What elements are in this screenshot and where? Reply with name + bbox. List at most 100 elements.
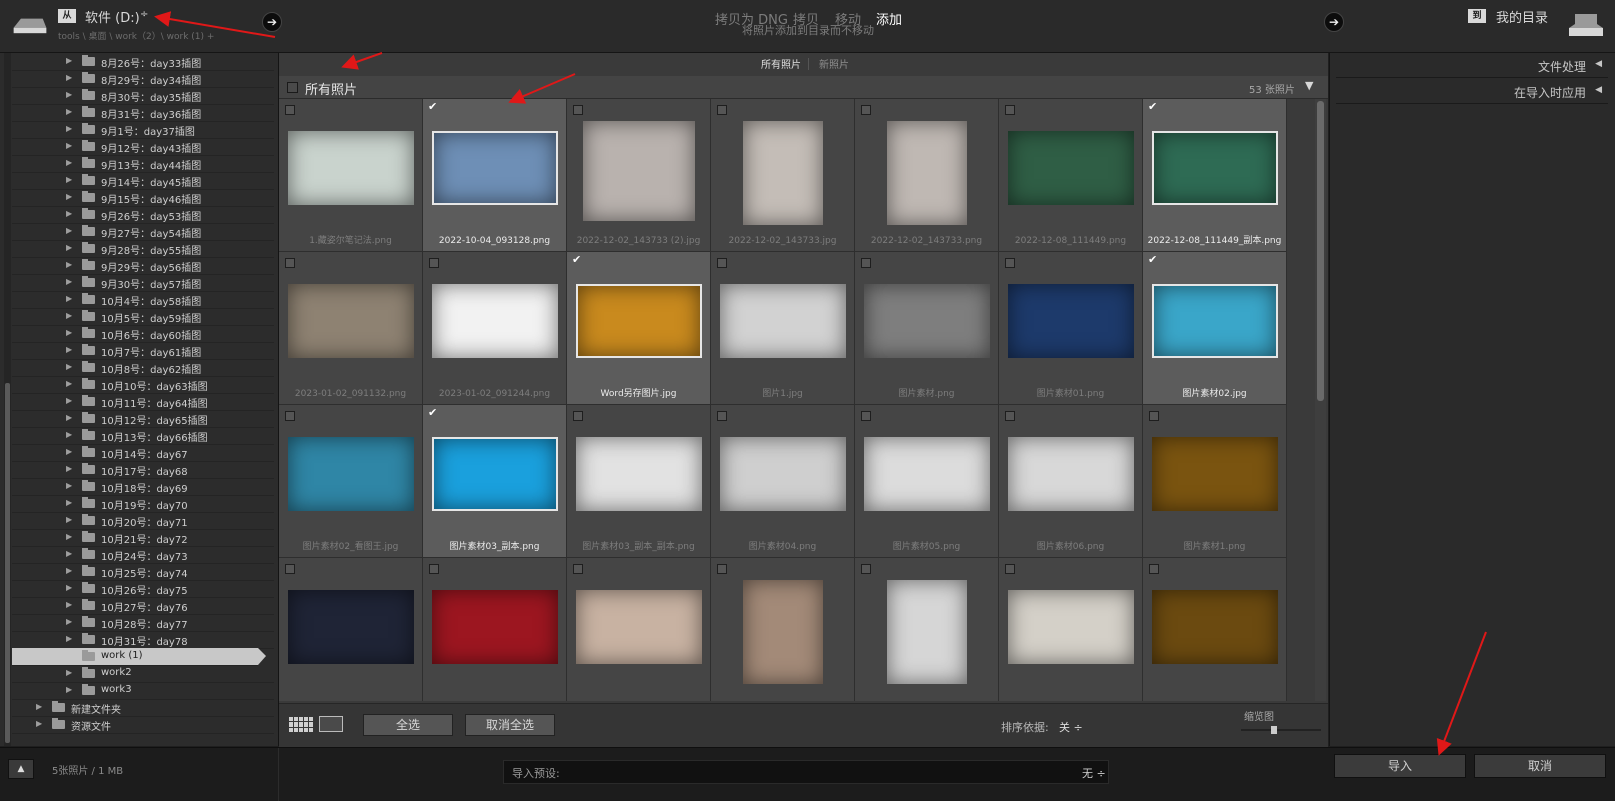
folder-item[interactable]: ▶ work2 — [12, 665, 274, 683]
folder-item[interactable]: ▶ 10月5号：day59插图 — [12, 308, 274, 326]
photo-cell[interactable]: 图片素材02_看图王.jpg — [279, 405, 423, 558]
folder-item[interactable]: ▶ 10月12号：day65插图 — [12, 410, 274, 428]
collapse-icon[interactable]: ▼ — [1305, 79, 1313, 92]
folder-item[interactable]: ▶ 9月27号：day54插图 — [12, 223, 274, 241]
expand-arrow-icon[interactable]: ▶ — [66, 260, 72, 269]
folder-scrollbar-thumb[interactable] — [5, 383, 10, 743]
photo-cell[interactable]: 图片素材03_副本_副本.png — [567, 405, 711, 558]
photo-thumbnail[interactable] — [1152, 131, 1278, 205]
mode-add[interactable]: 添加 — [876, 9, 902, 28]
photo-thumbnail[interactable] — [576, 590, 702, 664]
folder-item[interactable]: ▶ 10月8号：day62插图 — [12, 359, 274, 377]
folder-item[interactable]: ▶ 10月21号：day72 — [12, 529, 274, 547]
folder-item[interactable]: ▶ 8月26号：day33插图 — [12, 53, 274, 71]
photo-cell[interactable]: 图片素材1.png — [1143, 405, 1287, 558]
photo-thumbnail[interactable] — [288, 590, 414, 664]
sort-dropdown[interactable]: 关 ÷ — [1059, 719, 1083, 735]
expand-arrow-icon[interactable]: ▶ — [66, 549, 72, 558]
folder-item[interactable]: ▶ 10月19号：day70 — [12, 495, 274, 513]
folder-item[interactable]: ▶ 9月26号：day53插图 — [12, 206, 274, 224]
expand-arrow-icon[interactable]: ▶ — [36, 719, 42, 728]
expand-arrow-icon[interactable]: ▶ — [66, 464, 72, 473]
expand-arrow-icon[interactable]: ▶ — [66, 362, 72, 371]
photo-cell[interactable] — [567, 558, 711, 701]
photo-cell[interactable]: 图片1.jpg — [711, 252, 855, 405]
expand-arrow-icon[interactable]: ▶ — [66, 209, 72, 218]
folder-item[interactable]: ▶ 10月17号：day68 — [12, 461, 274, 479]
import-preset-dropdown[interactable]: 无 ÷ — [1082, 765, 1106, 781]
expand-arrow-icon[interactable]: ▶ — [66, 192, 72, 201]
folder-item[interactable]: ▶ 9月14号：day45插图 — [12, 172, 274, 190]
checked-icon[interactable]: ✔ — [1148, 100, 1157, 113]
photo-checkbox[interactable] — [717, 564, 727, 574]
photo-thumbnail[interactable] — [432, 131, 558, 205]
photo-checkbox[interactable] — [285, 258, 295, 268]
folder-item[interactable]: ▶ 10月27号：day76 — [12, 597, 274, 615]
photo-cell[interactable]: 2022-12-02_143733 (2).jpg — [567, 99, 711, 252]
photo-cell[interactable]: 图片素材01.png — [999, 252, 1143, 405]
expand-arrow-icon[interactable]: ▶ — [66, 430, 72, 439]
photo-thumbnail[interactable] — [432, 590, 558, 664]
expand-arrow-icon[interactable]: ▶ — [66, 583, 72, 592]
photo-cell[interactable]: ✔ 2022-10-04_093128.png — [423, 99, 567, 252]
photo-cell[interactable]: 1.藏姿尔笔记法.png — [279, 99, 423, 252]
source-label[interactable]: 软件 (D:) — [85, 7, 140, 26]
dest-label[interactable]: 我的目录 — [1496, 7, 1548, 26]
photo-checkbox[interactable] — [429, 258, 439, 268]
photo-thumbnail[interactable] — [887, 121, 967, 225]
tab-new-photos[interactable]: 新照片 — [819, 56, 849, 71]
expand-arrow-icon[interactable]: ▶ — [66, 73, 72, 82]
photo-thumbnail[interactable] — [288, 284, 414, 358]
dest-drive-icon[interactable] — [1565, 12, 1605, 40]
expand-arrow-icon[interactable]: ▶ — [36, 702, 42, 711]
folder-item[interactable]: ▶ 10月31号：day78 — [12, 631, 274, 649]
folder-item[interactable]: ▶ 10月20号：day71 — [12, 512, 274, 530]
photo-checkbox[interactable] — [1149, 411, 1159, 421]
photo-thumbnail[interactable] — [432, 437, 558, 511]
photo-cell[interactable]: 2022-12-02_143733.png — [855, 99, 999, 252]
folder-item[interactable]: ▶ 10月7号：day61插图 — [12, 342, 274, 360]
photo-checkbox[interactable] — [861, 105, 871, 115]
photo-checkbox[interactable] — [573, 411, 583, 421]
photo-cell[interactable]: 图片素材.png — [855, 252, 999, 405]
photo-thumbnail[interactable] — [1152, 437, 1278, 511]
photo-checkbox[interactable] — [861, 564, 871, 574]
expand-arrow-icon[interactable]: ▶ — [66, 345, 72, 354]
photo-checkbox[interactable] — [1005, 564, 1015, 574]
folder-item[interactable]: ▶ 10月14号：day67 — [12, 444, 274, 462]
folder-item[interactable]: ▶ 10月13号：day66插图 — [12, 427, 274, 445]
folder-item[interactable]: ▶ 8月31号：day36插图 — [12, 104, 274, 122]
expand-arrow-icon[interactable]: ▶ — [66, 498, 72, 507]
checked-icon[interactable]: ✔ — [428, 406, 437, 419]
expand-arrow-icon[interactable]: ▶ — [66, 90, 72, 99]
folder-item[interactable]: ▶ 9月28号：day55插图 — [12, 240, 274, 258]
panel-toggle-up-icon[interactable]: ▲ — [8, 759, 34, 779]
folder-item[interactable]: ▶ 10月6号：day60插图 — [12, 325, 274, 343]
photo-thumbnail[interactable] — [583, 121, 695, 221]
photo-thumbnail[interactable] — [432, 284, 558, 358]
folder-item[interactable]: ▶ 8月29号：day34插图 — [12, 70, 274, 88]
folder-item[interactable]: ▶ 10月18号：day69 — [12, 478, 274, 496]
checked-icon[interactable]: ✔ — [428, 100, 437, 113]
thumb-size-slider[interactable] — [1241, 726, 1321, 734]
photo-cell[interactable] — [1143, 558, 1287, 701]
folder-item[interactable]: ▶ 8月30号：day35插图 — [12, 87, 274, 105]
photo-checkbox[interactable] — [285, 105, 295, 115]
expand-arrow-icon[interactable]: ▶ — [66, 141, 72, 150]
photo-cell[interactable]: 2023-01-02_091244.png — [423, 252, 567, 405]
expand-arrow-icon[interactable]: ▶ — [66, 447, 72, 456]
checked-icon[interactable]: ✔ — [572, 253, 581, 266]
grid-scrollbar[interactable] — [1315, 99, 1326, 701]
expand-arrow-icon[interactable]: ▶ — [66, 294, 72, 303]
photo-thumbnail[interactable] — [743, 121, 823, 225]
photo-checkbox[interactable] — [717, 411, 727, 421]
photo-thumbnail[interactable] — [743, 580, 823, 684]
photo-thumbnail[interactable] — [288, 131, 414, 205]
photo-cell[interactable]: ✔ 2022-12-08_111449_副本.png — [1143, 99, 1287, 252]
photo-thumbnail[interactable] — [1008, 590, 1134, 664]
expand-arrow-icon[interactable]: ▶ — [66, 328, 72, 337]
expand-arrow-icon[interactable]: ▶ — [66, 158, 72, 167]
photo-cell[interactable]: 2022-12-08_111449.png — [999, 99, 1143, 252]
expand-arrow-icon[interactable]: ▶ — [66, 634, 72, 643]
grid-view-icon[interactable] — [289, 717, 313, 732]
